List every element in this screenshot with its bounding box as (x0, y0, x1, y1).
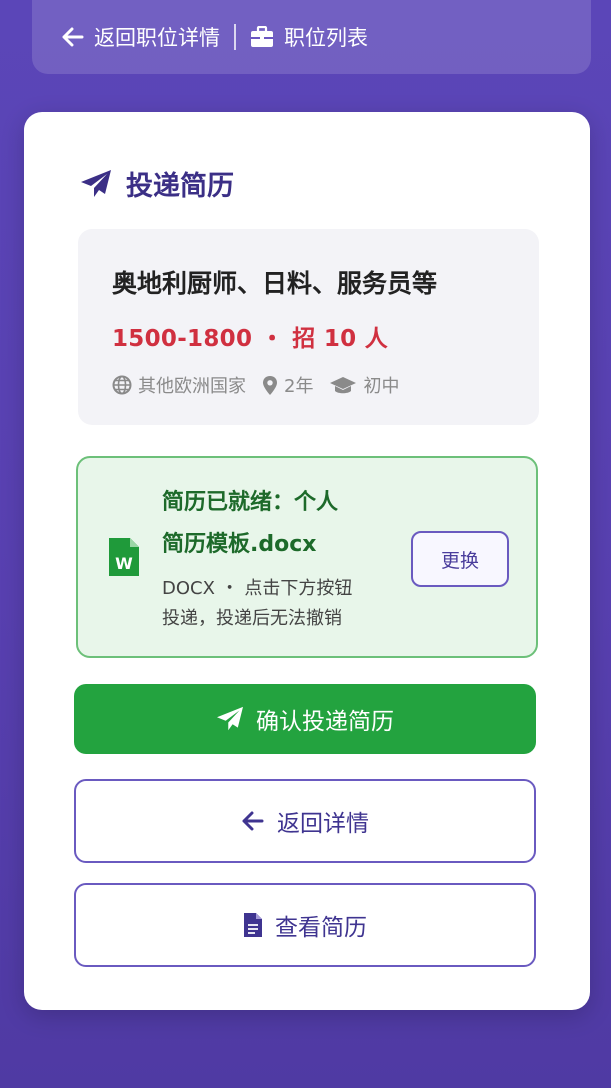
word-doc-icon: W (107, 536, 141, 582)
confirm-submit-button[interactable]: 确认投递简历 (74, 684, 536, 754)
globe-icon (112, 375, 132, 395)
graduation-cap-icon (329, 375, 357, 395)
resume-sub-line1: DOCX ・ 点击下方按钮 (162, 578, 353, 599)
back-to-job-detail-link[interactable]: 返回职位详情 (62, 22, 220, 52)
resume-title-line2: 简历模板.docx (162, 532, 317, 557)
back-to-job-detail-label: 返回职位详情 (94, 26, 220, 50)
job-summary: 奥地利厨师、日料、服务员等 1500-1800 ・ 招 10 人 其他欧洲国家 … (78, 229, 539, 425)
back-to-detail-button[interactable]: 返回详情 (74, 779, 536, 863)
resume-sub-line2: 投递，投递后无法撤销 (162, 608, 342, 629)
resume-info: 简历已就绪：个人 简历模板.docx DOCX ・ 点击下方按钮 投递，投递后无… (162, 482, 392, 634)
change-resume-button[interactable]: 更换 (411, 531, 509, 587)
nav-divider (234, 24, 236, 50)
view-resume-label: 查看简历 (275, 915, 367, 941)
paper-plane-icon (216, 706, 244, 732)
submit-resume-card: 投递简历 奥地利厨师、日料、服务员等 1500-1800 ・ 招 10 人 其他… (24, 112, 590, 1010)
paper-plane-icon (80, 169, 112, 199)
card-title-text: 投递简历 (126, 171, 234, 202)
job-salary: 1500-1800 (112, 326, 253, 352)
job-title: 奥地利厨师、日料、服务员等 (112, 269, 438, 298)
job-meta: 其他欧洲国家 2年 初中 (112, 372, 415, 398)
job-salary-line: 1500-1800 ・ 招 10 人 (112, 319, 388, 353)
briefcase-icon (250, 26, 274, 48)
job-headcount: 招 10 人 (292, 326, 389, 352)
resume-title-line1: 简历已就绪：个人 (162, 490, 339, 515)
card-title: 投递简历 (80, 164, 234, 203)
job-list-link[interactable]: 职位列表 (250, 22, 368, 52)
file-icon (243, 912, 263, 938)
resume-ready-panel: W 简历已就绪：个人 简历模板.docx DOCX ・ 点击下方按钮 投递，投递… (76, 456, 538, 658)
view-resume-button[interactable]: 查看简历 (74, 883, 536, 967)
back-to-detail-label: 返回详情 (277, 811, 369, 837)
top-nav: 返回职位详情 职位列表 (32, 0, 591, 74)
salary-separator: ・ (260, 326, 284, 352)
svg-text:W: W (115, 554, 133, 573)
confirm-submit-label: 确认投递简历 (256, 709, 394, 735)
map-pin-icon (262, 375, 278, 396)
arrow-left-icon (62, 27, 84, 47)
arrow-left-icon (241, 811, 265, 831)
job-location: 其他欧洲国家 (112, 372, 246, 398)
job-experience: 2年 (262, 372, 313, 398)
job-education: 初中 (329, 372, 399, 398)
job-list-label: 职位列表 (284, 26, 368, 50)
